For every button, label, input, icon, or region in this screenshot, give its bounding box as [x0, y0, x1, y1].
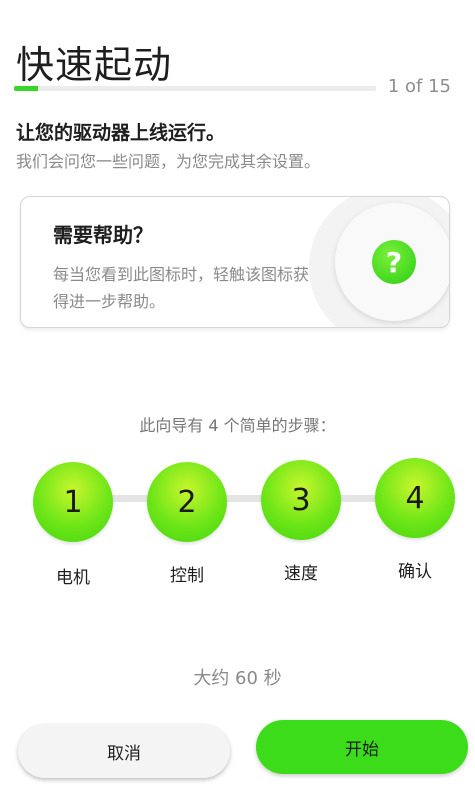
help-card-title: 需要帮助？ [53, 223, 153, 247]
step-connector [112, 495, 152, 502]
step-circle-2: 2 [147, 462, 227, 542]
step-connector [340, 495, 380, 502]
step-label-1: 电机 [56, 568, 90, 588]
step-label-4: 确认 [398, 562, 432, 582]
step-circle-3: 3 [261, 460, 341, 540]
help-card-text: 每当您看到此图标时，轻触该图标获得进一步帮助。 [53, 265, 310, 311]
duration-estimate: 大约 60 秒 [193, 668, 282, 689]
progress-counter: 1 of 15 [387, 76, 451, 97]
steps-caption: 此向导有 4 个简单的步骤： [139, 416, 336, 435]
intro-subhead: 我们会问您一些问题，为您完成其余设置。 [16, 152, 321, 171]
progress-bar-fill [14, 86, 39, 91]
intro-headline: 让您的驱动器上线运行。 [16, 122, 226, 144]
step-connector [226, 495, 266, 502]
step-circle-4: 4 [375, 458, 455, 538]
question-mark-icon[interactable]: ? [372, 240, 416, 284]
help-card: 需要帮助？ 每当您看到此图标时，轻触该图标获得进一步帮助。 ? [20, 196, 450, 328]
page-title: 快速起动 [16, 43, 173, 87]
step-label-2: 控制 [170, 566, 204, 586]
cancel-button[interactable]: 取消 [18, 724, 230, 778]
step-label-3: 速度 [284, 564, 318, 584]
start-button[interactable]: 开始 [256, 720, 468, 774]
progress-bar [14, 86, 376, 91]
step-circle-1: 1 [33, 462, 113, 542]
